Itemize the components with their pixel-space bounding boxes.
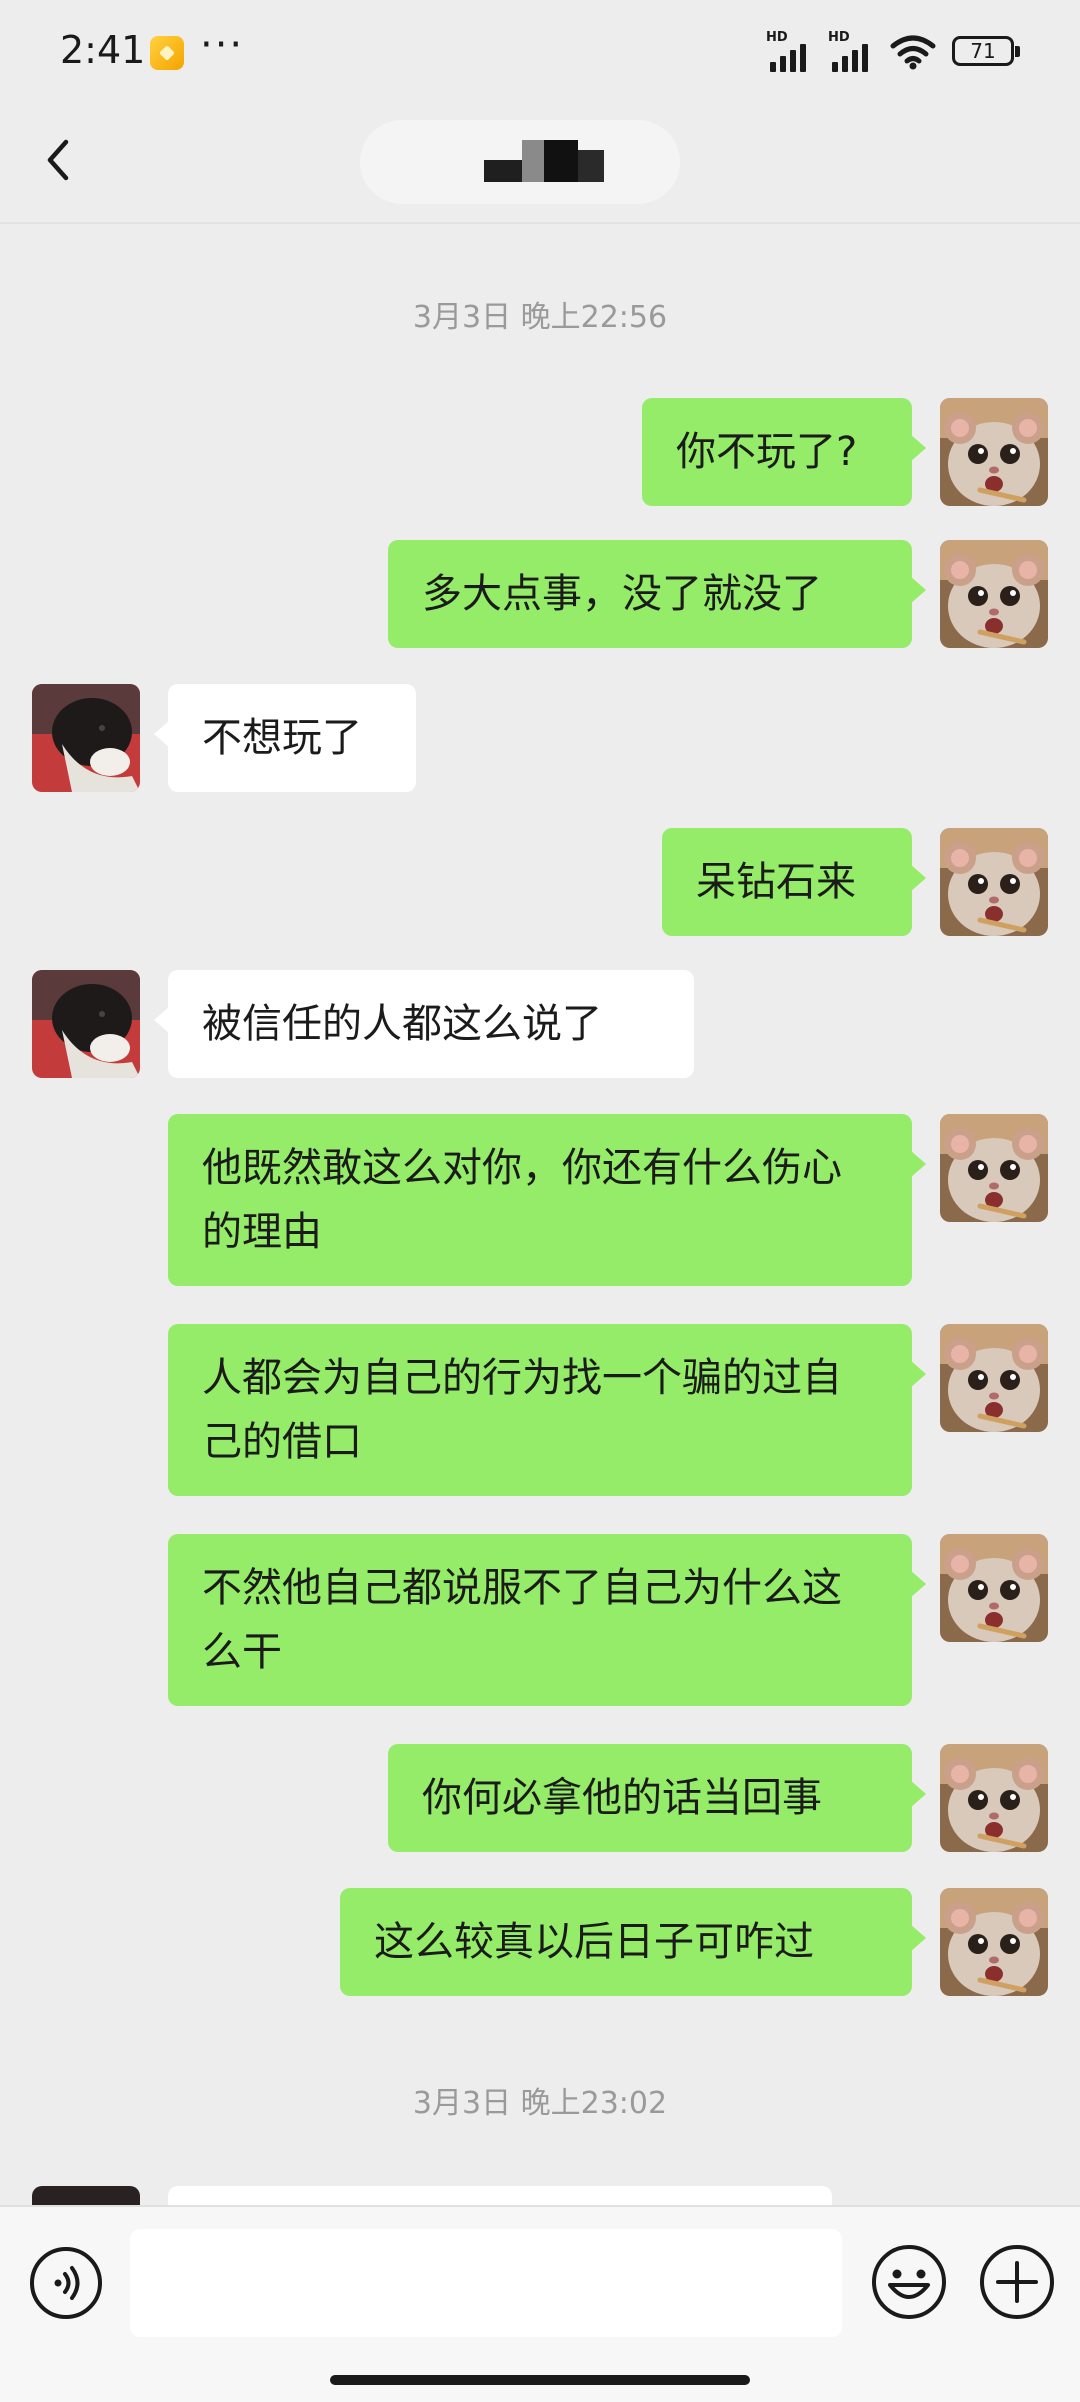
message-input[interactable] [130, 2229, 842, 2337]
my-avatar[interactable] [940, 1534, 1048, 1642]
message-bubble-sent[interactable]: 他既然敢这么对你，你还有什么伤心的理由 [168, 1114, 926, 1286]
chat-header [0, 100, 1080, 224]
message-bubble-sent[interactable]: 呆钻石来 [662, 828, 926, 936]
message-bubble-sent[interactable]: 你不玩了? [642, 398, 926, 506]
wifi-icon [890, 35, 936, 70]
contact-avatar[interactable] [32, 684, 140, 792]
timestamp: 3月3日 晚上22:56 [412, 300, 668, 335]
message-bubble-received[interactable]: 被信任的人都这么说了 [154, 970, 694, 1078]
message-bubble-received[interactable]: 不想玩了 [154, 684, 416, 792]
header-divider [0, 222, 1080, 224]
chat-input-bar [0, 2205, 1080, 2402]
contact-avatar[interactable] [32, 970, 140, 1078]
my-avatar[interactable] [940, 1324, 1048, 1432]
chat-title [484, 140, 485, 141]
chat-title-pixelated [484, 140, 604, 182]
home-indicator[interactable] [330, 2375, 750, 2385]
status-bar: 2:41 ··· HD HD 71 [0, 0, 1080, 100]
message-bubble-sent[interactable]: 人都会为自己的行为找一个骗的过自己的借口 [168, 1324, 926, 1496]
signal-1-icon: HD [766, 30, 824, 74]
back-arrow-icon[interactable] [38, 130, 78, 190]
my-avatar[interactable] [940, 1114, 1048, 1222]
my-avatar[interactable] [940, 1888, 1048, 1996]
plus-icon[interactable] [978, 2243, 1056, 2321]
message-bubble-sent[interactable]: 不然他自己都说服不了自己为什么这么干 [168, 1534, 926, 1706]
voice-icon[interactable] [28, 2245, 104, 2321]
emoji-icon[interactable] [870, 2243, 948, 2321]
message-bubble-sent[interactable]: 这么较真以后日子可咋过 [340, 1888, 926, 1996]
message-bubble-sent[interactable]: 多大点事，没了就没了 [388, 540, 926, 648]
my-avatar[interactable] [940, 1744, 1048, 1852]
more-notifications-icon: ··· [200, 22, 245, 68]
battery-icon: 71 [952, 36, 1020, 66]
status-time: 2:41 [60, 28, 146, 72]
message-bubble-sent[interactable]: 你何必拿他的话当回事 [388, 1744, 926, 1852]
my-avatar[interactable] [940, 828, 1048, 936]
my-avatar[interactable] [940, 398, 1048, 506]
notification-app-icon [150, 36, 184, 70]
signal-2-icon: HD [828, 30, 886, 74]
timestamp: 3月3日 晚上23:02 [412, 2086, 668, 2121]
my-avatar[interactable] [940, 540, 1048, 648]
